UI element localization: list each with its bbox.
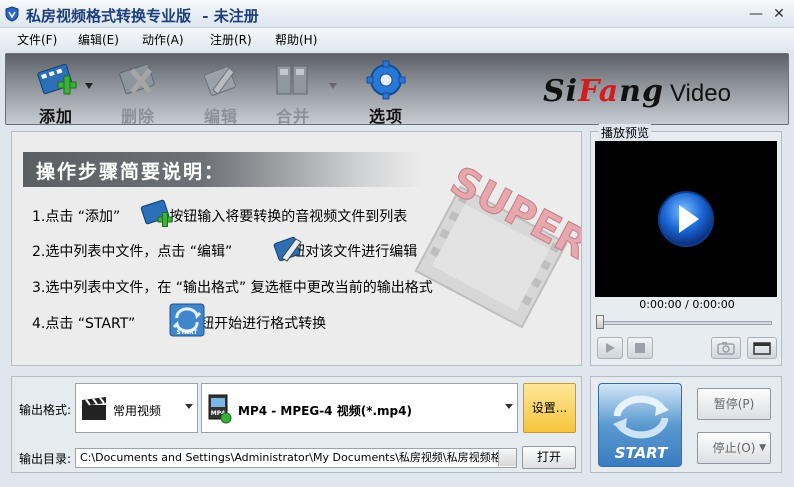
logo-fa: Fa — [578, 74, 620, 109]
menu-help[interactable]: 帮助(H) — [275, 31, 317, 48]
add-film-icon — [37, 63, 77, 95]
stop-dropdown-arrow-icon[interactable]: ▼ — [759, 433, 766, 463]
stop-button[interactable] — [627, 337, 653, 359]
seek-track[interactable] — [599, 321, 772, 325]
edit-pen-icon — [204, 66, 236, 96]
open-dir-button[interactable]: 打开 — [522, 446, 576, 469]
output-format-label: 输出格式: — [19, 403, 72, 417]
merge-button[interactable]: 合并 — [261, 58, 325, 126]
options-label: 选项 — [368, 107, 403, 126]
add-dropdown-arrow-icon[interactable] — [84, 82, 94, 90]
sifang-video-logo: SiFang Video — [543, 74, 731, 109]
instructions-heading-text: 操作步骤简要说明： — [36, 161, 226, 183]
fullscreen-icon — [753, 342, 771, 355]
add-film-icon — [140, 199, 173, 227]
start-button[interactable]: START — [598, 383, 682, 467]
merge-label: 合并 — [275, 107, 310, 126]
edit-pen-icon — [273, 236, 302, 262]
delete-film-icon — [119, 63, 155, 95]
merge-dropdown-arrow-icon[interactable] — [328, 82, 338, 90]
menu-bar: 文件(F) 编辑(E) 动作(A) 注册(R) 帮助(H) — [0, 28, 794, 50]
play-button[interactable] — [597, 337, 623, 359]
menu-file[interactable]: 文件(F) — [17, 31, 57, 48]
add-button[interactable]: 添加 — [24, 58, 88, 126]
instructions-heading: 操作步骤简要说明： — [23, 152, 423, 187]
play-small-icon — [606, 343, 615, 353]
pause-button[interactable]: 暂停(P) — [697, 388, 771, 420]
menu-register[interactable]: 注册(R) — [210, 31, 252, 48]
format-value: MP4 - MPEG-4 视频(*.mp4) — [238, 404, 412, 418]
merge-film-icon — [276, 65, 308, 95]
stop-convert-button[interactable]: 停止(O) ▼ — [697, 432, 771, 464]
logo-si: Si — [543, 74, 579, 109]
delete-label: 删除 — [120, 107, 155, 126]
start-icon-text: START — [176, 329, 198, 336]
convert-arrows-icon — [613, 395, 669, 439]
clapperboard-icon — [82, 397, 106, 420]
start-label: START — [614, 444, 668, 462]
step-4-part-a: 4.点击 “START” — [32, 316, 136, 332]
step-1: 1.点击 “添加” 按钮输入将要转换的音视频文件到列表 — [32, 206, 407, 226]
output-panel: 输出格式: 常用视频 MP4 MP4 - MPEG-4 视频(*.mp4) 设置… — [11, 376, 582, 473]
minimize-button[interactable]: — — [748, 6, 764, 22]
preview-title: 播放预览 — [599, 124, 652, 141]
options-button[interactable]: 选项 — [354, 58, 418, 126]
settings-button[interactable]: 设置... — [523, 383, 576, 433]
step-3-text: 3.选中列表中文件，在 “输出格式” 复选框中更改当前的输出格式 — [32, 280, 433, 296]
category-value: 常用视频 — [113, 404, 162, 418]
camera-icon — [717, 342, 735, 355]
format-select[interactable]: MP4 MP4 - MPEG-4 视频(*.mp4) — [201, 383, 518, 433]
add-label: 添加 — [38, 107, 73, 126]
category-dropdown-arrow-icon — [185, 404, 193, 409]
window-title-suffix: - 未注册 — [202, 7, 259, 25]
logo-ng: ng — [619, 74, 664, 109]
seek-thumb[interactable] — [596, 315, 604, 329]
output-dir-label: 输出目录: — [19, 452, 72, 466]
stop-small-icon — [635, 343, 645, 353]
step-1-part-b: 按钮输入将要转换的音视频文件到列表 — [169, 209, 408, 225]
start-icon: START — [169, 303, 205, 337]
window-title: 私房视频格式转换专业版 - 未注册 — [26, 5, 259, 26]
step-1-part-a: 1.点击 “添加” — [32, 209, 121, 225]
step-2: 2.选中列表中文件，点击 “编辑” 按钮对该文件进行编辑 — [32, 241, 417, 261]
video-screen[interactable] — [595, 141, 777, 297]
window-title-text: 私房视频格式转换专业版 — [26, 7, 192, 25]
instructions-panel: 操作步骤简要说明： SUPER 1.点击 “添加” 按钮输入将要转换的音视频文件… — [11, 131, 582, 366]
title-bar: 私房视频格式转换专业版 - 未注册 — ✕ — [0, 0, 794, 28]
edit-label: 编辑 — [203, 107, 238, 126]
delete-button[interactable]: 删除 — [106, 58, 170, 126]
browse-dir-button[interactable] — [498, 450, 516, 466]
edit-button[interactable]: 编辑 — [189, 58, 253, 126]
gear-icon — [366, 60, 406, 100]
start-panel: START 暂停(P) 停止(O) ▼ — [590, 376, 782, 473]
snapshot-button[interactable] — [711, 337, 741, 359]
step-3: 3.选中列表中文件，在 “输出格式” 复选框中更改当前的输出格式 — [32, 277, 433, 297]
mp4-file-icon: MP4 — [208, 394, 232, 424]
toolbar: 添加 删除 编辑 合并 选项 SiFang Video — [5, 53, 789, 126]
preview-panel: 播放预览 0:00:00 / 0:00:00 — [590, 124, 782, 366]
stop-convert-label: 停止(O) — [712, 441, 756, 455]
step-2-part-a: 2.选中列表中文件，点击 “编辑” — [32, 244, 233, 260]
time-readout: 0:00:00 / 0:00:00 — [639, 298, 735, 311]
step-4-part-b: 按钮开始进行格式转换 — [186, 316, 327, 332]
close-button[interactable]: ✕ — [771, 6, 787, 22]
play-icon[interactable] — [595, 141, 777, 297]
logo-video: Video — [669, 80, 731, 107]
app-shield-icon — [5, 6, 19, 22]
super-watermark-icon: SUPER — [414, 158, 581, 329]
minimize-icon: — — [749, 6, 763, 22]
menu-edit[interactable]: 编辑(E) — [78, 31, 119, 48]
fullscreen-button[interactable] — [747, 337, 777, 359]
output-dir-field[interactable]: C:\Documents and Settings\Administrator\… — [75, 448, 517, 468]
category-select[interactable]: 常用视频 — [75, 383, 198, 433]
menu-action[interactable]: 动作(A) — [142, 31, 184, 48]
close-icon: ✕ — [773, 6, 785, 22]
format-dropdown-arrow-icon — [505, 404, 513, 409]
